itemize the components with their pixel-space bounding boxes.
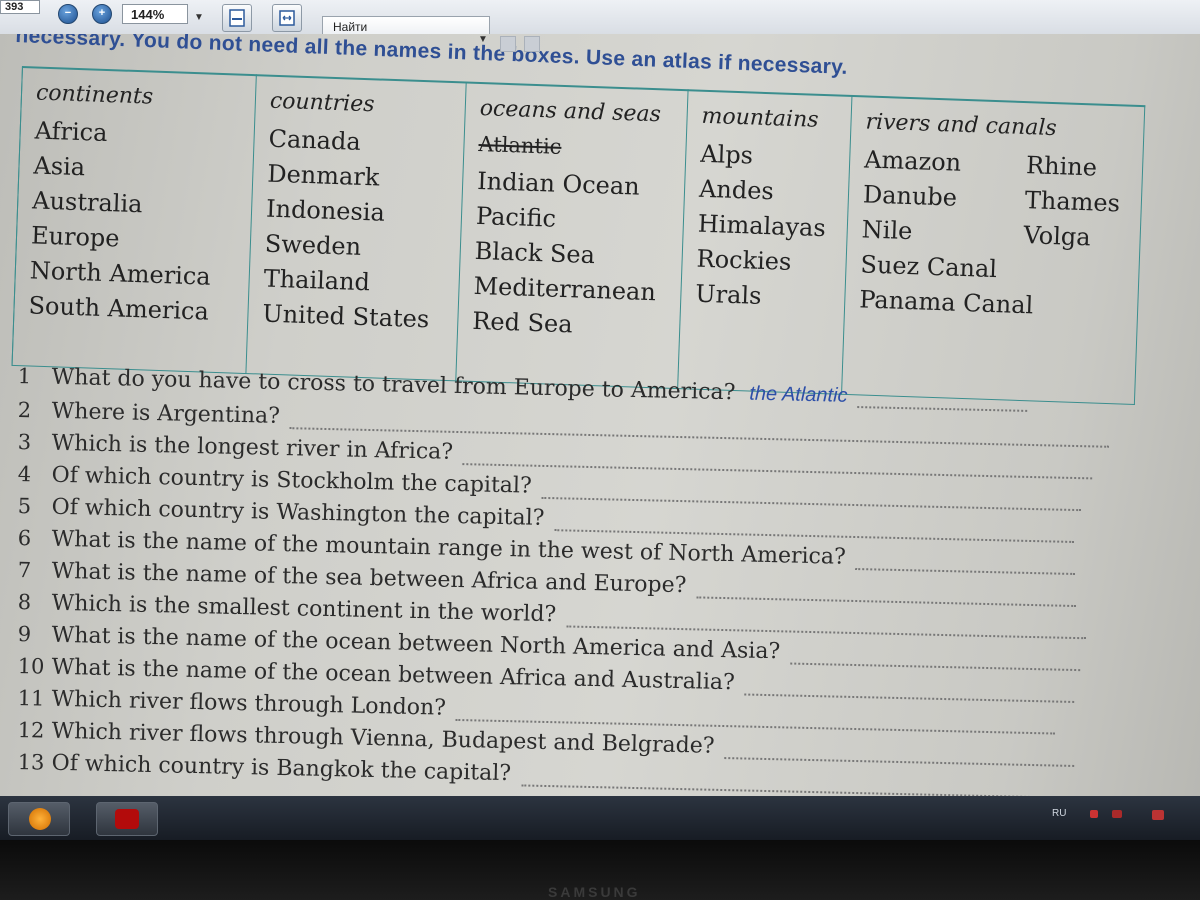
question-number: 13: [17, 750, 45, 775]
word-item: Indonesia: [265, 194, 386, 227]
word-item: Andes: [698, 174, 775, 206]
word-item: Indian Ocean: [476, 166, 641, 201]
question-number: 12: [17, 718, 45, 743]
fit-width-button[interactable]: [272, 4, 302, 32]
word-item: North America: [29, 256, 212, 291]
word-item: Thames: [1024, 186, 1121, 218]
word-item: Rhine: [1025, 151, 1098, 182]
fit-width-icon: [279, 10, 295, 26]
word-item: Mediterranean: [473, 271, 657, 307]
question-number: 5: [17, 494, 32, 519]
word-item: Rockies: [696, 244, 792, 276]
taskbar: RU: [0, 796, 1200, 840]
word-item: Australia: [31, 186, 143, 219]
search-next-icon[interactable]: [524, 36, 540, 52]
tray-notification-icon[interactable]: [1090, 810, 1098, 818]
word-item: Volga: [1023, 221, 1092, 252]
monitor-brand: SAMSUNG: [548, 884, 641, 900]
column-heading: continents: [35, 80, 154, 110]
word-box-table: continents Africa Asia Australia Europe …: [11, 66, 1147, 406]
next-page-icon[interactable]: +: [92, 4, 112, 24]
question-number: 1: [17, 364, 32, 389]
previous-page-icon[interactable]: −: [58, 4, 78, 24]
answer-line: [724, 749, 1075, 767]
word-item: Urals: [694, 279, 762, 310]
search-dropdown-icon[interactable]: ▼: [478, 34, 488, 45]
monitor-bezel: SAMSUNG: [0, 840, 1200, 900]
word-item: Thailand: [263, 264, 371, 297]
question-number: 3: [17, 430, 32, 455]
zoom-dropdown-icon[interactable]: ▼: [194, 12, 204, 23]
answer-line: [520, 776, 1081, 796]
word-item: Europe: [30, 221, 120, 253]
fit-page-button[interactable]: [222, 4, 252, 32]
question-number: 7: [17, 558, 32, 583]
word-item: Red Sea: [471, 306, 574, 339]
word-item: Sweden: [264, 229, 362, 261]
column-countries: countries Canada Denmark Indonesia Swede…: [245, 74, 467, 382]
word-item: Asia: [33, 151, 86, 182]
column-heading: rivers and canals: [865, 109, 1058, 142]
word-item: Black Sea: [474, 236, 596, 270]
language-indicator[interactable]: RU: [1052, 808, 1066, 819]
column-heading: countries: [269, 88, 375, 118]
word-item: Pacific: [475, 201, 557, 233]
network-icon[interactable]: [1152, 810, 1164, 820]
column-oceans-and-seas: oceans and seas Atlantic Indian Ocean Pa…: [455, 81, 689, 390]
word-item: Denmark: [266, 159, 380, 192]
word-item: Canada: [268, 124, 362, 156]
word-item: Danube: [862, 180, 958, 212]
word-item: Africa: [34, 116, 108, 148]
column-continents: continents Africa Asia Australia Europe …: [11, 66, 257, 375]
volume-icon[interactable]: [1112, 810, 1122, 818]
column-heading: oceans and seas: [479, 96, 662, 128]
word-item: South America: [28, 291, 210, 326]
question-number: 8: [17, 590, 32, 615]
question-number: 2: [17, 398, 32, 423]
search-previous-icon[interactable]: [500, 36, 516, 52]
media-player-button[interactable]: [8, 802, 70, 836]
column-mountains: mountains Alps Andes Himalayas Rockies U…: [677, 89, 853, 395]
answer-line: [744, 685, 1075, 703]
media-player-icon: [29, 808, 51, 830]
answer-line: [696, 588, 1077, 608]
word-item: United States: [262, 299, 430, 334]
question-number: 9: [17, 622, 32, 647]
pdf-reader-icon: [115, 809, 139, 829]
page-number-field[interactable]: 393: [0, 0, 40, 14]
column-rivers-and-canals: rivers and canals Amazon Danube Nile Sue…: [841, 94, 1147, 406]
zoom-level-field[interactable]: 144%: [122, 4, 188, 24]
word-item: Nile: [861, 215, 913, 246]
word-item: Amazon: [863, 145, 962, 177]
answer-line: [855, 560, 1076, 576]
answer-line: [789, 654, 1081, 672]
pdf-reader-button[interactable]: [96, 802, 158, 836]
answer-text: the Atlantic: [749, 382, 848, 407]
word-item: Alps: [699, 139, 754, 170]
question-text: Where is Argentina?: [51, 398, 281, 429]
system-tray: RU: [1020, 796, 1200, 840]
question-number: 6: [17, 526, 32, 551]
question-number: 10: [17, 654, 45, 679]
answer-line: [857, 398, 1028, 412]
question-number: 4: [17, 462, 32, 487]
fit-page-icon: [229, 9, 245, 27]
word-item: Panama Canal: [858, 285, 1034, 320]
column-heading: mountains: [701, 103, 819, 133]
document-page: necessary. You do not need all the names…: [0, 34, 1200, 796]
word-item-crossed-out: Atlantic: [478, 131, 562, 159]
question-number: 11: [17, 686, 45, 711]
word-item: Himalayas: [697, 209, 827, 243]
word-item: Suez Canal: [860, 250, 998, 284]
